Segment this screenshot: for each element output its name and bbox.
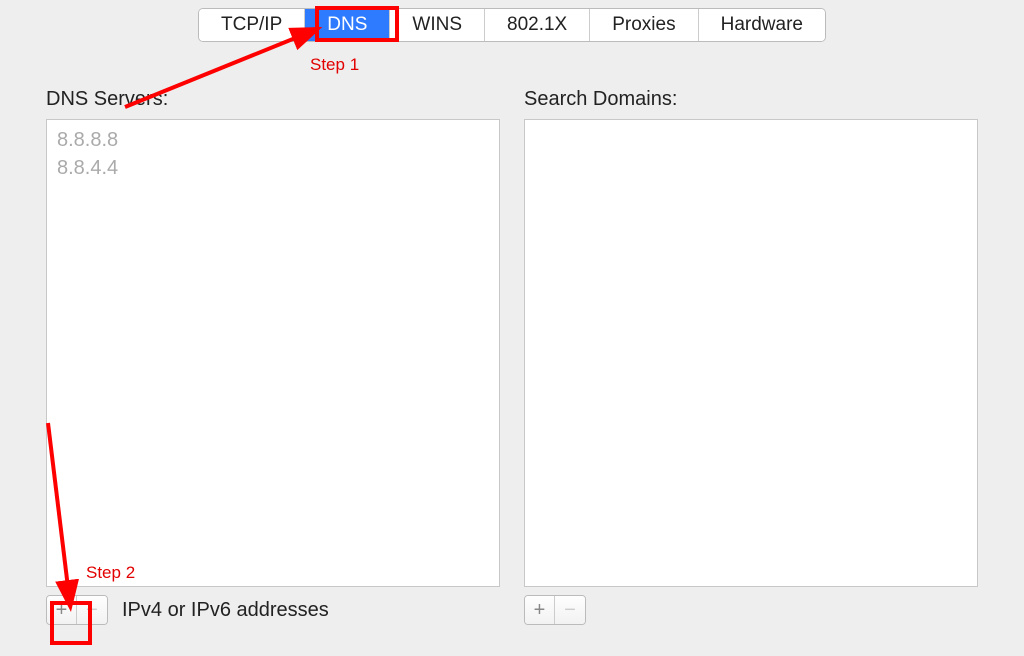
plus-icon: +: [534, 599, 546, 622]
dns-server-entry[interactable]: 8.8.8.8: [57, 126, 489, 154]
tab-bar: TCP/IP DNS WINS 802.1X Proxies Hardware: [10, 0, 1014, 42]
dns-footer-hint: IPv4 or IPv6 addresses: [122, 599, 329, 622]
minus-icon: −: [564, 599, 576, 622]
add-search-domain-button[interactable]: +: [525, 596, 555, 624]
dns-server-entry[interactable]: 8.8.4.4: [57, 154, 489, 182]
plus-icon: +: [56, 599, 68, 622]
dns-footer: + − IPv4 or IPv6 addresses: [46, 595, 500, 625]
dns-servers-label: DNS Servers:: [46, 88, 500, 111]
dns-servers-list[interactable]: 8.8.8.8 8.8.4.4: [46, 119, 500, 587]
minus-icon: −: [86, 599, 98, 622]
tab-hardware[interactable]: Hardware: [699, 9, 825, 41]
remove-search-domain-button[interactable]: −: [555, 596, 585, 624]
dns-servers-panel: DNS Servers: 8.8.8.8 8.8.4.4 + − IPv4 or…: [46, 88, 500, 625]
tab-wins[interactable]: WINS: [390, 9, 485, 41]
search-domains-list[interactable]: [524, 119, 978, 587]
tab-proxies[interactable]: Proxies: [590, 9, 698, 41]
search-domains-label: Search Domains:: [524, 88, 978, 111]
search-domains-panel: Search Domains: + −: [524, 88, 978, 625]
search-footer: + −: [524, 595, 978, 625]
tab-tcpip[interactable]: TCP/IP: [199, 9, 305, 41]
network-settings-window: TCP/IP DNS WINS 802.1X Proxies Hardware …: [10, 0, 1014, 656]
remove-dns-button[interactable]: −: [77, 596, 107, 624]
tab-8021x[interactable]: 802.1X: [485, 9, 590, 41]
dns-add-remove-group: + −: [46, 595, 108, 625]
tab-group: TCP/IP DNS WINS 802.1X Proxies Hardware: [198, 8, 826, 42]
tab-dns[interactable]: DNS: [305, 9, 390, 41]
content-area: DNS Servers: 8.8.8.8 8.8.4.4 + − IPv4 or…: [10, 42, 1014, 625]
search-add-remove-group: + −: [524, 595, 586, 625]
add-dns-button[interactable]: +: [47, 596, 77, 624]
